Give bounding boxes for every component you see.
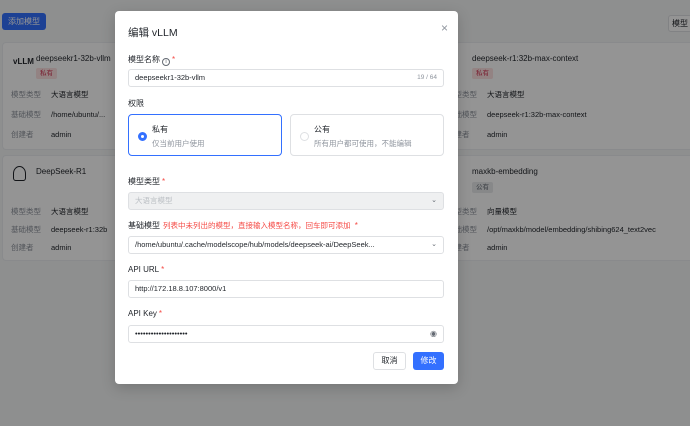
info-icon[interactable]: i <box>162 58 170 66</box>
model-name-label: 模型名称 i * <box>128 55 176 66</box>
radio-unchecked-icon[interactable] <box>300 132 309 141</box>
close-icon[interactable]: × <box>441 21 448 35</box>
char-counter: 19 / 64 <box>417 74 437 81</box>
option-title: 私有 <box>152 125 168 134</box>
eye-icon[interactable]: ◉ <box>430 326 437 342</box>
permission-label: 权限 <box>128 99 144 108</box>
base-model-label: 基础模型 列表中未列出的模型，直接输入模型名称，回车即可添加 * <box>128 221 358 230</box>
permission-public-option[interactable]: 公有 所有用户都可使用，不能编辑 <box>290 114 444 156</box>
permission-private-option[interactable]: 私有 仅当前用户使用 <box>128 114 282 156</box>
api-key-input[interactable]: •••••••••••••••••••• ◉ <box>128 325 444 343</box>
edit-model-dialog: 编辑 vLLM × 模型名称 i * deepseekr1-32b-vllm 19 … <box>115 11 458 384</box>
confirm-edit-button[interactable]: 修改 <box>413 352 444 370</box>
api-url-label: API URL * <box>128 265 165 274</box>
model-name-input[interactable]: deepseekr1-32b-vllm 19 / 64 <box>128 69 444 87</box>
chevron-down-icon: ⌄ <box>431 197 437 204</box>
model-type-label: 模型类型 * <box>128 177 166 186</box>
chevron-down-icon[interactable]: ⌄ <box>431 237 437 253</box>
model-type-select: 大语言模型 ⌄ <box>128 192 444 210</box>
cancel-button[interactable]: 取消 <box>373 352 406 370</box>
option-desc: 所有用户都可使用，不能编辑 <box>314 139 412 148</box>
api-url-input[interactable]: http://172.18.8.107:8000/v1 <box>128 280 444 298</box>
radio-checked-icon[interactable] <box>138 132 147 141</box>
option-title: 公有 <box>314 125 330 134</box>
api-key-label: API Key * <box>128 309 163 318</box>
option-desc: 仅当前用户使用 <box>152 139 205 148</box>
dialog-title: 编辑 vLLM <box>128 27 178 39</box>
base-model-select[interactable]: /home/ubuntu/.cache/modelscope/hub/model… <box>128 236 444 254</box>
